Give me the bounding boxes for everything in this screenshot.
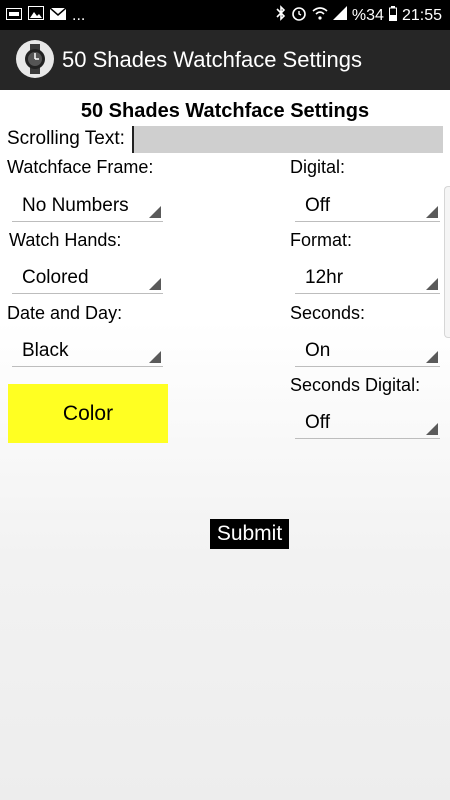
app-title: 50 Shades Watchface Settings [62,47,363,72]
color-button[interactable]: Color [8,384,168,443]
watchface-frame-dropdown[interactable]: No Numbers [12,190,163,222]
dropdown-arrow-icon [426,278,438,290]
format-value: 12hr [305,267,344,288]
signal-icon [332,6,347,25]
digital-label: Digital: [290,157,346,177]
system-icons: %34 21:55 [276,5,442,26]
format-label: Format: [290,230,353,250]
bluetooth-icon [276,5,286,26]
app-notification-icon [6,7,22,25]
dropdown-arrow-icon [149,278,161,290]
gallery-icon [28,6,44,25]
watch-hands-value: Colored [22,267,89,288]
more-notifications: ... [72,6,86,24]
scrolling-text-input[interactable] [132,126,443,153]
edge-panel-handle[interactable] [444,186,450,338]
wifi-icon [312,6,328,25]
notification-icons: ... [6,6,85,25]
dropdown-arrow-icon [426,351,438,363]
seconds-digital-dropdown[interactable]: Off [295,407,440,439]
watchface-frame-value: No Numbers [22,195,129,216]
seconds-value: On [305,340,331,361]
date-and-day-label: Date and Day: [7,303,123,323]
digital-dropdown[interactable]: Off [295,190,440,222]
alarm-icon [291,5,307,26]
date-and-day-dropdown[interactable]: Black [12,335,163,367]
dropdown-arrow-icon [149,206,161,218]
format-dropdown[interactable]: 12hr [295,262,440,294]
app-bar: 50 Shades Watchface Settings [0,30,450,90]
seconds-dropdown[interactable]: On [295,335,440,367]
watch-hands-dropdown[interactable]: Colored [12,262,163,294]
dropdown-arrow-icon [426,423,438,435]
battery-percent: %34 [351,6,384,24]
battery-icon [388,5,397,26]
watchface-frame-label: Watchface Frame: [7,157,154,177]
seconds-digital-value: Off [305,412,330,433]
digital-value: Off [305,195,330,216]
seconds-digital-label: Seconds Digital: [290,375,421,395]
mail-icon [49,6,67,25]
dropdown-arrow-icon [426,206,438,218]
status-bar: ... %34 21:55 [0,0,450,30]
clock-time: 21:55 [401,6,442,24]
submit-button[interactable]: Submit [210,519,289,549]
scrolling-text-label: Scrolling Text: [7,128,125,149]
watch-logo-icon [16,40,54,78]
dropdown-arrow-icon [149,351,161,363]
seconds-label: Seconds: [290,303,366,323]
page-heading: 50 Shades Watchface Settings [80,100,370,122]
date-and-day-value: Black [22,340,69,361]
watch-hands-label: Watch Hands: [9,230,122,250]
